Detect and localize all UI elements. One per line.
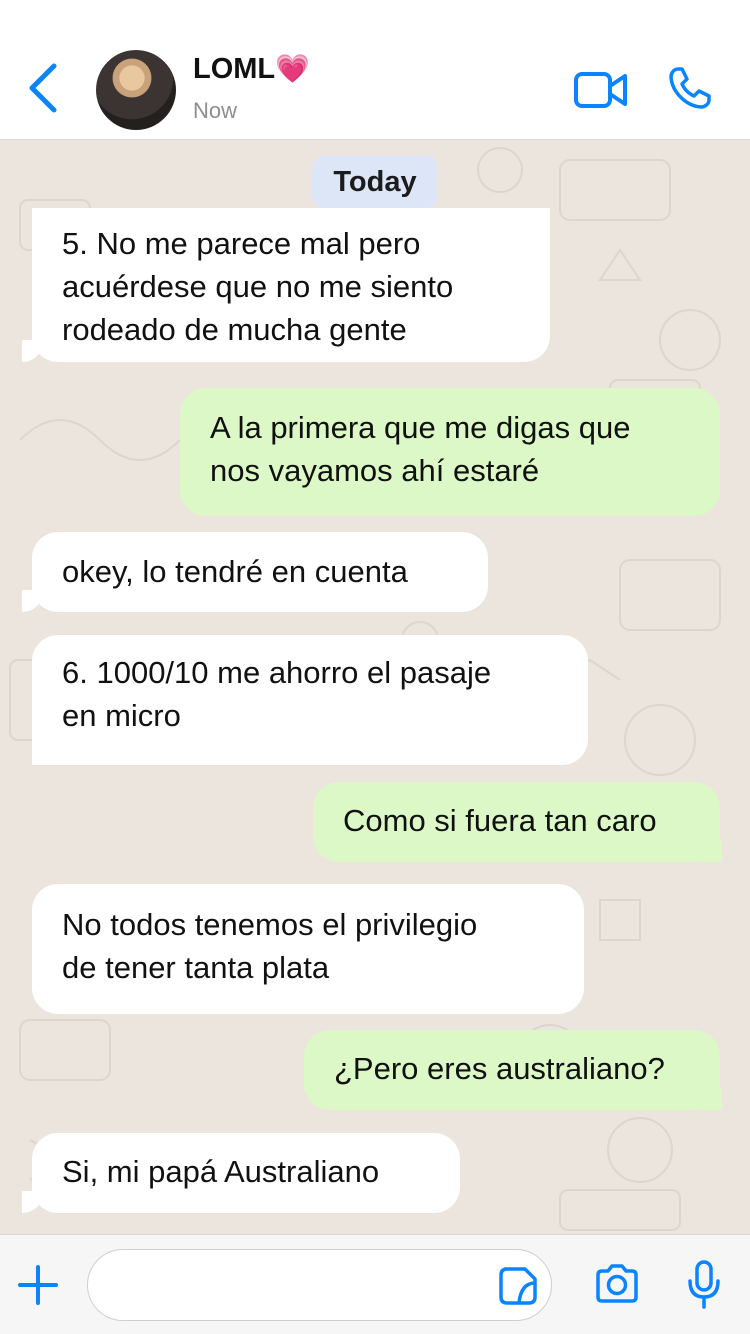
attach-button[interactable] [16,1263,60,1312]
avatar[interactable] [96,50,176,130]
bubble-tail [700,840,722,862]
phone-icon [669,67,711,109]
message-input[interactable] [87,1249,552,1321]
incoming-message[interactable]: 6. 1000/10 me ahorro el pasaje en micro [32,635,588,765]
chat-area[interactable]: Today 5. No me parece mal pero acuérdese… [0,140,750,1234]
heart-emoji: 💗 [275,53,311,84]
outgoing-message[interactable]: ¿Pero eres australiano? [304,1030,720,1110]
chat-header: LOML💗 Now [0,0,750,140]
microphone-icon [688,1260,720,1309]
microphone-button[interactable] [686,1259,722,1316]
message-input-bar [0,1234,750,1334]
camera-icon [596,1264,638,1303]
phone-call-button[interactable] [668,66,712,115]
bubble-tail [700,1088,722,1110]
sticker-button[interactable] [497,1265,539,1312]
camera-button[interactable] [594,1263,640,1310]
incoming-message[interactable]: No todos tenemos el privilegio de tener … [32,884,584,1014]
chevron-left-icon [29,63,57,113]
video-call-button[interactable] [573,68,629,117]
incoming-message[interactable]: Si, mi papá Australiano [32,1133,460,1213]
contact-status: Now [193,98,238,123]
video-call-icon [574,72,627,108]
date-separator: Today [312,156,438,208]
plus-icon [18,1265,58,1305]
contact-name-text: LOML [193,53,276,85]
outgoing-message[interactable]: A la primera que me digas que nos vayamo… [180,388,720,516]
outgoing-message[interactable]: Como si fuera tan caro [313,782,720,862]
back-button[interactable] [22,58,72,118]
incoming-message[interactable]: okey, lo tendré en cuenta [32,532,488,612]
contact-name[interactable]: LOML💗 [193,52,310,86]
sticker-icon [499,1267,537,1305]
incoming-message[interactable]: 5. No me parece mal pero acuérdese que n… [32,208,550,362]
